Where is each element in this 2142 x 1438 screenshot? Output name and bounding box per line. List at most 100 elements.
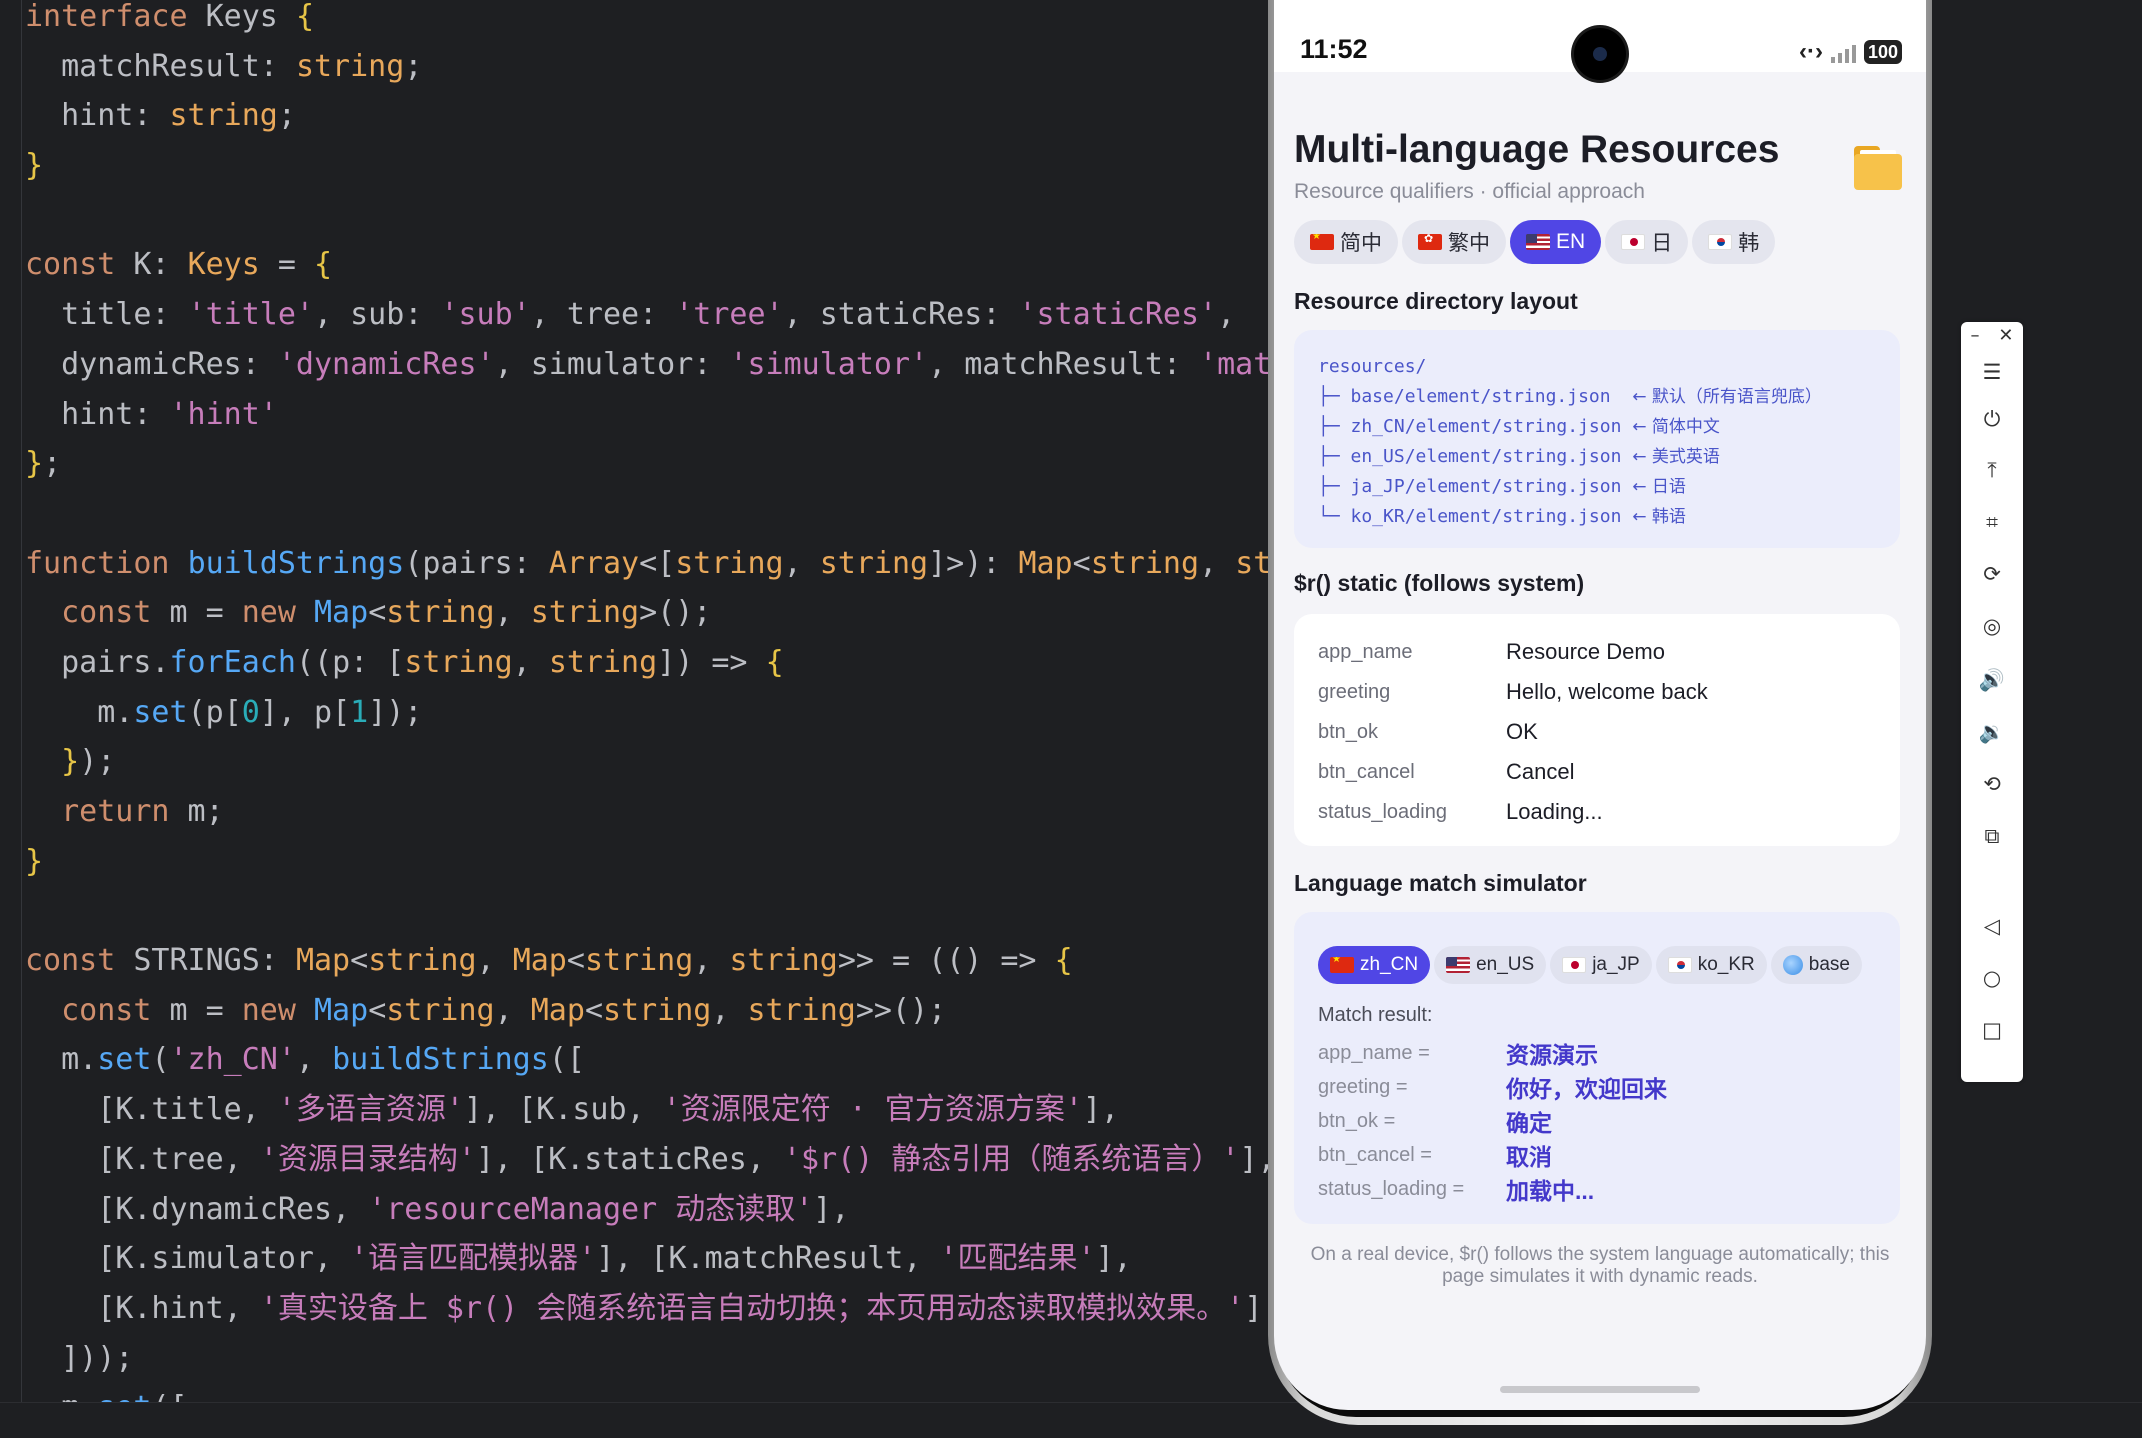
match-row: status_loading = 加载中... — [1318, 1172, 1594, 1206]
code-token: forEach — [169, 644, 296, 680]
code-token: staticRes — [819, 297, 983, 333]
match-value: 资源演示 — [1506, 1042, 1598, 1068]
close-icon[interactable]: ✕ — [1998, 325, 2013, 346]
static-row: status_loading Loading... — [1294, 792, 1900, 832]
match-value: 确定 — [1506, 1110, 1552, 1136]
language-tab[interactable]: 韩 — [1692, 220, 1776, 264]
code-token: , — [928, 346, 965, 382]
match-row: btn_cancel = 取消 — [1318, 1138, 1552, 1172]
code-token: Keys — [187, 247, 260, 283]
code-line[interactable]: title: 'title', sub: 'sub', tree: 'tree'… — [25, 290, 1268, 340]
home-indicator[interactable] — [1500, 1386, 1700, 1393]
code-token: ( — [187, 694, 206, 730]
back-icon[interactable]: ◁ — [1972, 906, 2012, 946]
simulator-tab[interactable]: ko_KR — [1655, 946, 1767, 984]
footer-note: On a real device, $r() follows the syste… — [1310, 1244, 1890, 1287]
status-icons: ‹·› 100 — [1799, 38, 1902, 66]
code-token: , — [1199, 545, 1236, 581]
code-line[interactable]: interface Keys { — [25, 0, 1268, 42]
language-tab[interactable]: 简中 — [1294, 220, 1398, 264]
code-token: , — [711, 992, 748, 1028]
crop-icon[interactable]: ⌗ — [1972, 502, 2012, 542]
code-line[interactable] — [25, 886, 1268, 936]
code-line[interactable]: [K.simulator, '语言匹配模拟器'], [K.matchResult… — [25, 1234, 1268, 1284]
code-line[interactable]: const m = new Map<string, string>(); — [25, 588, 1268, 638]
code-line[interactable]: const m = new Map<string, Map<string, st… — [25, 986, 1268, 1036]
code-line[interactable]: function buildStrings(pairs: Array<[stri… — [25, 539, 1268, 589]
static-key: btn_ok — [1318, 720, 1379, 743]
tree-row: resources/ — [1318, 352, 1876, 382]
code-token: m — [169, 794, 206, 829]
location-icon[interactable]: ◎ — [1972, 606, 2012, 646]
code-token: string — [603, 992, 712, 1028]
code-line[interactable]: [K.title, '多语言资源'], [K.sub, '资源限定符 · 官方资… — [25, 1085, 1268, 1135]
code-token: string — [386, 992, 495, 1028]
code-line[interactable]: m.set(p[0], p[1]); — [25, 688, 1268, 738]
match-row: btn_ok = 确定 — [1318, 1104, 1552, 1138]
code-line[interactable]: [K.hint, '真实设备上 $r() 会随系统语言自动切换；本页用动态读取模… — [25, 1284, 1268, 1334]
code-line[interactable]: matchResult: string; — [25, 42, 1268, 92]
code-token: < — [368, 992, 387, 1028]
minimize-icon[interactable]: – — [1970, 325, 1979, 346]
code-line[interactable] — [25, 489, 1268, 539]
code-token: ; — [277, 98, 296, 134]
code-line[interactable] — [25, 191, 1268, 241]
code-token: , — [314, 297, 351, 333]
screen-rotate-icon[interactable]: ⟲ — [1972, 764, 2012, 804]
rotate-icon[interactable]: ⟳ — [1972, 554, 2012, 594]
code-token: ], — [1239, 1141, 1268, 1177]
code-token: string — [386, 595, 495, 631]
code-line[interactable]: m.set('zh_CN', buildStrings([ — [25, 1035, 1268, 1085]
multi-screen-icon[interactable]: ⧉ — [1972, 816, 2012, 856]
tree-note: ← 默认（所有语言兜底） — [1632, 387, 1822, 407]
code-token: K — [115, 247, 152, 283]
pin-top-icon[interactable]: ⤒ — [1972, 450, 2012, 490]
code-line[interactable]: [K.tree, '资源目录结构'], [K.staticRes, '$r() … — [25, 1135, 1268, 1185]
code-line[interactable]: hint: 'hint' — [25, 390, 1268, 440]
code-token: const — [25, 595, 152, 631]
volume-up-icon[interactable]: 🔊 — [1972, 660, 2012, 700]
code-line[interactable]: } — [25, 837, 1268, 887]
code-token: ]); — [368, 694, 423, 730]
simulator-tab[interactable]: en_US — [1434, 946, 1547, 984]
language-tab[interactable]: 繁中 — [1402, 220, 1506, 264]
code-token: st — [1235, 545, 1268, 581]
code-line[interactable]: [K.dynamicRes, 'resourceManager 动态读取'], — [25, 1185, 1268, 1235]
code-token: dynamicRes — [25, 346, 242, 382]
simulator-tabs: zh_CN en_US ja_JP ko_KR base — [1318, 946, 1862, 984]
tree-row: └─ ko_KR/element/string.json ← 韩语 — [1318, 502, 1876, 532]
simulator-tab[interactable]: ja_JP — [1550, 946, 1652, 984]
code-token: , — [1217, 297, 1236, 333]
code-line[interactable]: const STRINGS: Map<string, Map<string, s… — [25, 936, 1268, 986]
code-token: string — [584, 943, 694, 979]
code-token: const — [25, 247, 116, 283]
code-token: (( — [295, 644, 333, 680]
code-line[interactable]: return m; — [25, 787, 1268, 837]
power-icon[interactable]: ⏻ — [1972, 399, 2012, 439]
home-icon[interactable]: ○ — [1972, 958, 2012, 998]
code-line[interactable]: pairs.forEach((p: [string, string]) => { — [25, 638, 1268, 688]
code-line[interactable]: }); — [25, 737, 1268, 787]
code-line[interactable]: const K: Keys = { — [25, 240, 1268, 290]
tree-section-title: Resource directory layout — [1294, 288, 1578, 314]
simulator-tab[interactable]: zh_CN — [1318, 946, 1431, 984]
volume-down-icon[interactable]: 🔉 — [1972, 712, 2012, 752]
tree-path: └─ ko_KR/element/string.json — [1318, 506, 1633, 527]
language-tab[interactable]: 日 — [1605, 220, 1689, 264]
code-line[interactable]: ])); — [25, 1334, 1268, 1384]
code-line[interactable]: } — [25, 141, 1268, 191]
tree-note: ← 美式英语 — [1632, 447, 1720, 467]
simulator-tab[interactable]: base — [1770, 946, 1862, 984]
phone-screen[interactable]: 11:52 ‹·› 100 Multi-language Resources R… — [1274, 0, 1926, 1410]
code-line[interactable]: }; — [25, 439, 1268, 489]
code-editor[interactable]: interface Keys { matchResult: string; hi… — [0, 0, 1268, 1437]
code-line[interactable]: dynamicRes: 'dynamicRes', simulator: 'si… — [25, 340, 1268, 390]
recents-icon[interactable]: □ — [1972, 1010, 2012, 1050]
menu-icon[interactable]: ☰ — [1972, 352, 2012, 392]
language-tab[interactable]: EN — [1510, 220, 1602, 264]
code-token: '资源目录结构' — [259, 1141, 476, 1177]
code-content[interactable]: interface Keys { matchResult: string; hi… — [25, 0, 1268, 1433]
code-line[interactable]: hint: string; — [25, 91, 1268, 141]
code-token: , — [626, 1092, 663, 1128]
